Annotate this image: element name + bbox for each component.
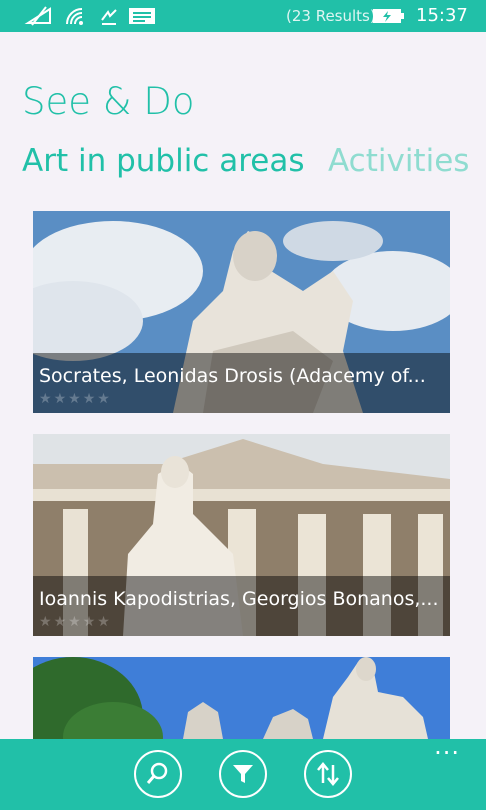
search-icon	[146, 762, 168, 784]
star-icon: ★	[97, 614, 110, 630]
more-options-button[interactable]: ···	[434, 739, 460, 767]
star-icon: ★	[53, 614, 67, 630]
battery-charging-icon	[372, 6, 406, 30]
card-caption: Socrates, Leonidas Drosis (Adacemy of...	[39, 365, 426, 387]
results-count: (23 Results)	[286, 7, 376, 25]
clock: 15:37	[416, 5, 468, 26]
star-icon: ★	[39, 614, 52, 630]
search-button[interactable]	[134, 750, 182, 798]
star-icon: ★	[68, 614, 81, 630]
filter-button[interactable]	[219, 750, 267, 798]
filter-icon	[233, 765, 253, 783]
caption-overlay: Socrates, Leonidas Drosis (Adacemy of...…	[33, 353, 450, 413]
plato-statue-image	[33, 657, 450, 739]
no-sim-icon	[24, 6, 54, 30]
rating: ★ ★ ★ ★ ★	[39, 391, 110, 407]
tab-activities[interactable]: Activities	[328, 143, 469, 179]
star-icon: ★	[82, 614, 96, 630]
list-item[interactable]: Socrates, Leonidas Drosis (Adacemy of...…	[33, 211, 450, 413]
app-bar: ···	[0, 739, 486, 810]
page-title: See & Do	[22, 80, 195, 123]
status-bar: (23 Results) 15:37	[0, 0, 486, 32]
star-icon: ★	[82, 391, 96, 407]
sort-icon	[317, 762, 339, 786]
star-icon: ★	[39, 391, 52, 407]
message-icon	[128, 6, 156, 30]
sort-button[interactable]	[304, 750, 352, 798]
list-item[interactable]: Ioannis Kapodistrias, Georgios Bonanos,.…	[33, 434, 450, 636]
card-caption: Ioannis Kapodistrias, Georgios Bonanos,.…	[39, 588, 439, 610]
list-item[interactable]	[33, 657, 450, 739]
star-icon: ★	[68, 391, 81, 407]
rating: ★ ★ ★ ★ ★	[39, 614, 110, 630]
tab-art-in-public-areas[interactable]: Art in public areas	[22, 143, 304, 179]
caption-overlay: Ioannis Kapodistrias, Georgios Bonanos,.…	[33, 576, 450, 636]
star-icon: ★	[53, 391, 67, 407]
wifi-icon	[64, 6, 88, 30]
star-icon: ★	[97, 391, 110, 407]
data-transfer-icon	[98, 6, 120, 30]
